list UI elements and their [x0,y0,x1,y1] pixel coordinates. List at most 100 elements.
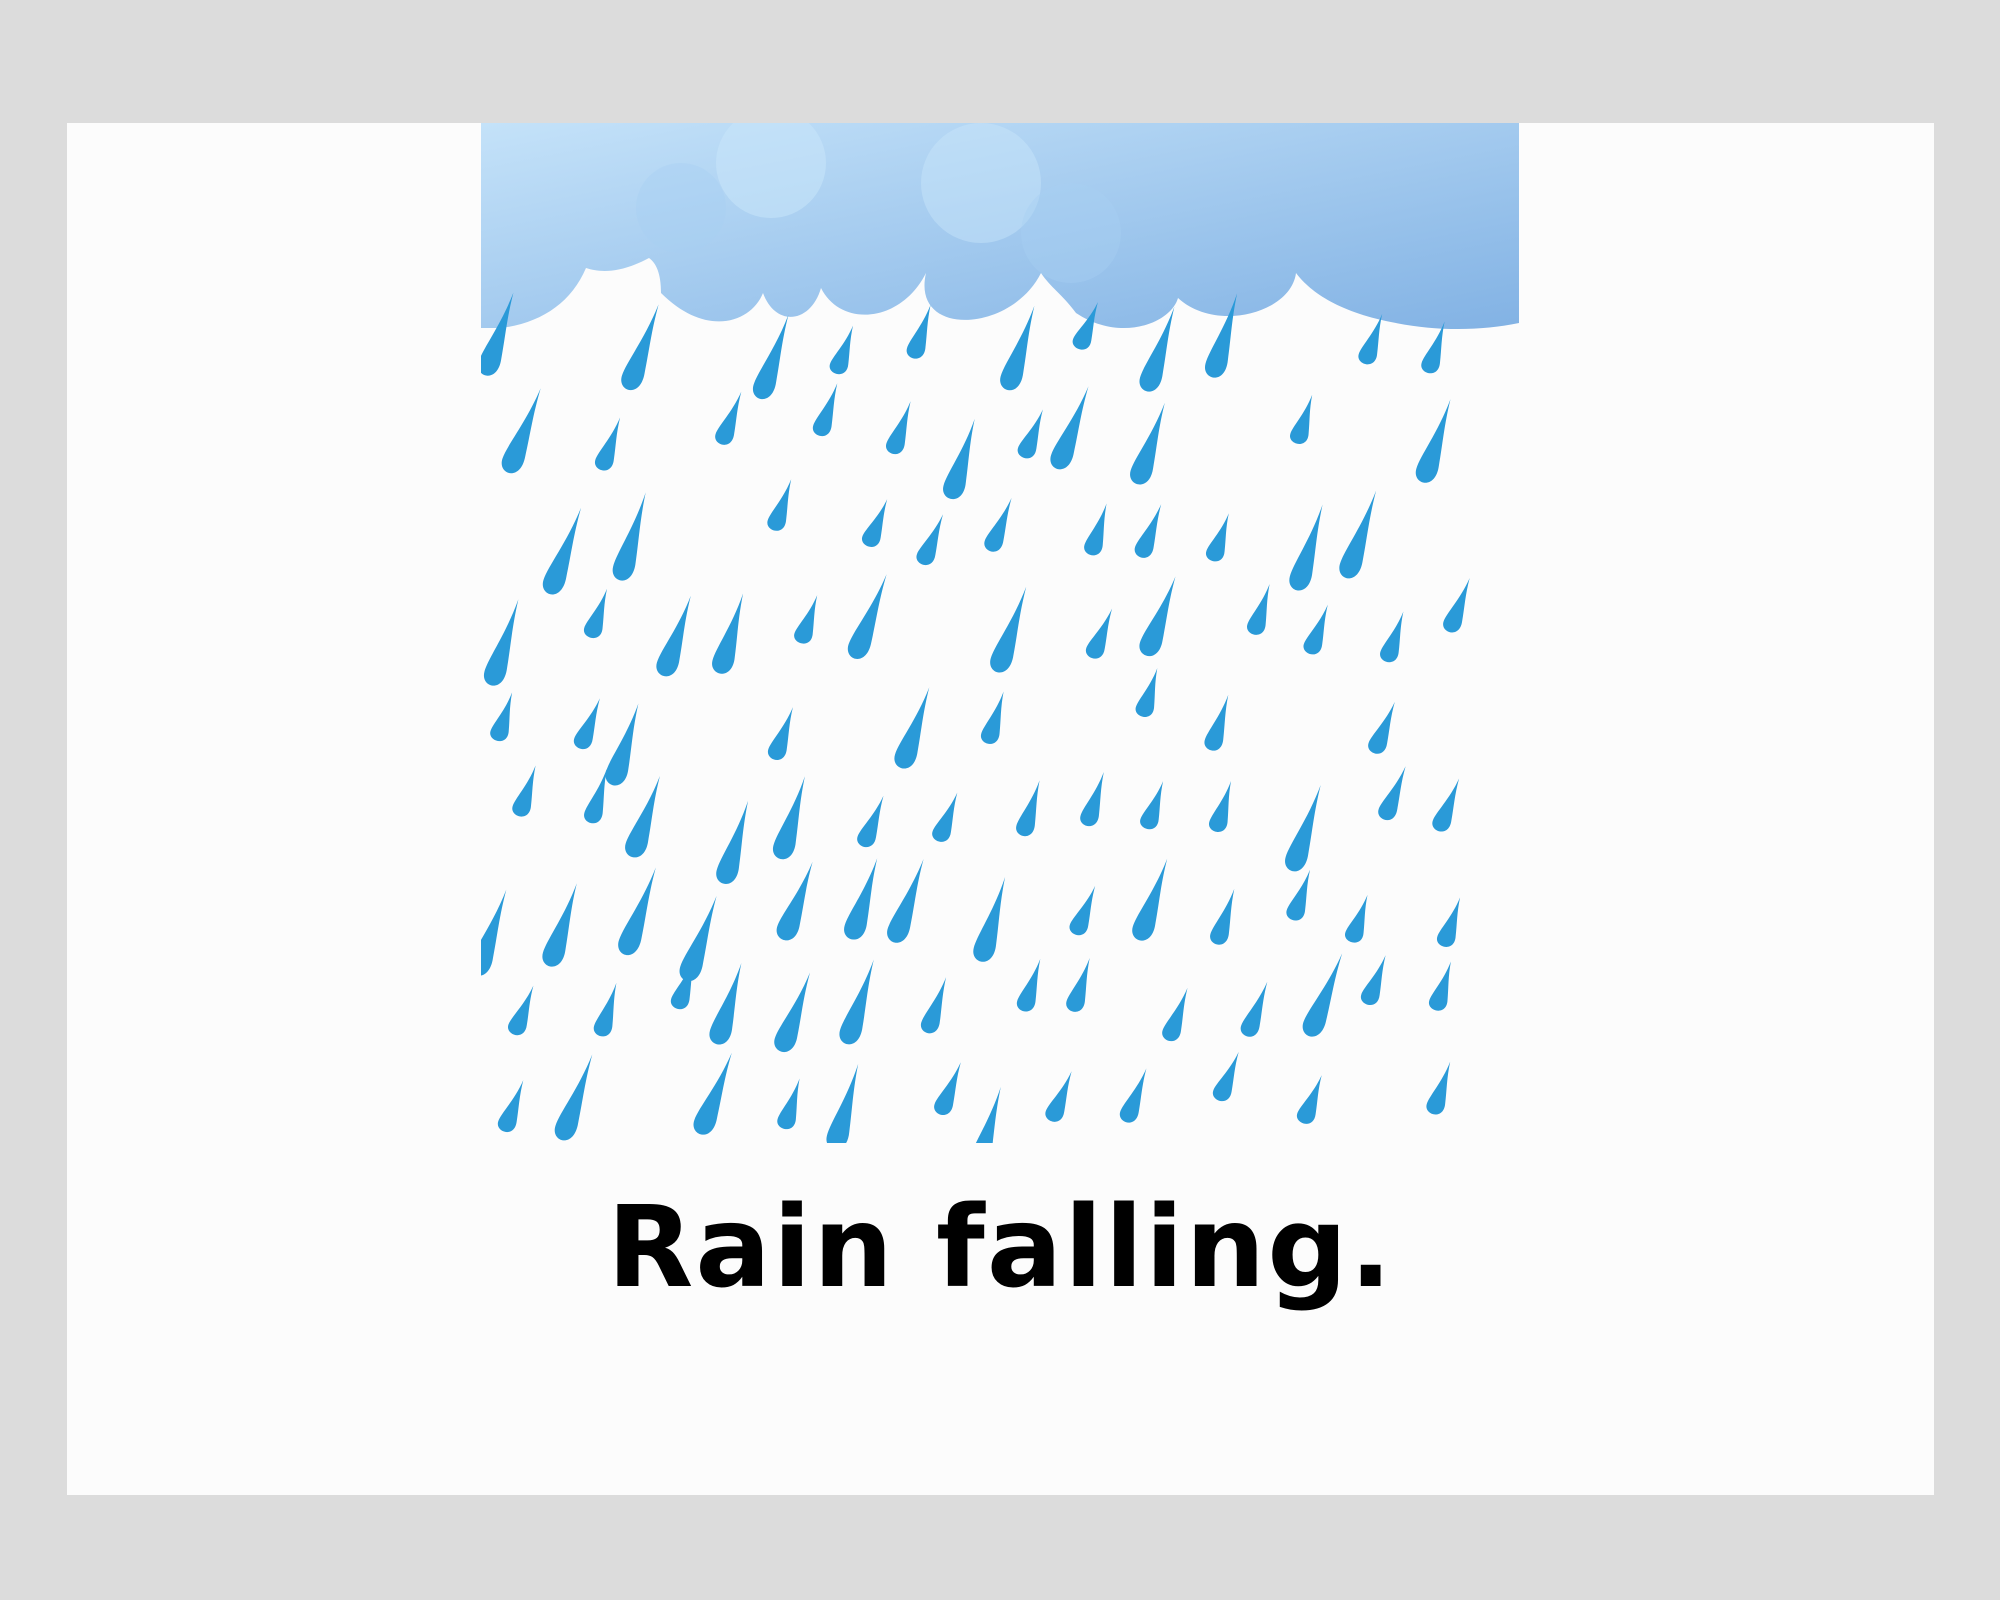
raindrop-icon [618,867,656,956]
raindrop-icon [1432,778,1460,832]
raindrop-icon [767,479,792,531]
raindrop-icon [584,588,607,638]
raindrop-icon [1080,772,1104,827]
raindrop-icon [777,1078,800,1130]
raindrop-icon [1240,981,1268,1037]
raindrop-icon [693,1052,732,1135]
raindrop-icon [595,417,621,471]
raindrop-icon [887,858,924,943]
raindrop-icon [839,959,874,1045]
raindrop-icon [973,877,1006,962]
raindrop-icon [894,687,930,769]
raindrop-icon [1084,503,1107,556]
raindrop-icon [1135,668,1158,717]
rain-illustration [481,123,1519,1143]
raindrop-icon [1050,386,1089,470]
raindrop-icon [1204,694,1229,751]
raindrop-icon [981,691,1004,744]
raindrop-icon [857,795,884,847]
raindrop-icon [501,388,541,474]
raindrop-icon [774,972,810,1053]
raindrop-icon [1139,576,1176,657]
raindrop-icon [605,703,639,786]
raindrop-icon [916,514,943,565]
raindrop-icon [1415,399,1451,483]
raindrop-icon [1247,584,1270,635]
raindrop-icon [1361,955,1386,1005]
raindrop-icon [1290,394,1313,444]
raindrop-icon [886,401,911,454]
raindrop-icon [768,707,793,760]
raindrop-icon [542,883,577,967]
caption-text: Rain falling. [607,1183,1394,1313]
raindrop-icon [773,776,805,860]
raindrop-icon [1286,869,1310,921]
raindrop-icon [826,1063,859,1143]
raindrop-icon [1206,513,1229,562]
raindrop-icon [1000,305,1035,391]
raindrops [481,292,1470,1143]
raindrop-icon [709,963,742,1045]
raindrop-icon [1212,1051,1239,1101]
raindrop-icon [968,1086,1001,1143]
raindrop-icon [621,304,659,391]
raindrop-icon [1210,888,1235,945]
raindrop-icon [554,1054,593,1141]
raindrop-icon [1132,858,1168,941]
raindrop-icon [1017,958,1041,1012]
raindrop-icon [1303,604,1328,655]
raindrop-icon [1045,1071,1072,1122]
raindrop-icon [1140,781,1164,830]
raindrop-icon [921,977,947,1034]
raindrop-icon [752,314,789,400]
raindrop-icon [1339,490,1377,579]
raindrop-icon [715,391,742,445]
raindrop-icon [1368,701,1395,754]
raindrop-icon [497,1080,524,1132]
raindrop-icon [1443,578,1470,633]
raindrop-icon [1130,402,1165,485]
raindrop-icon [1378,766,1406,820]
raindrop-icon [656,595,691,677]
raindrop-icon [1066,958,1090,1012]
raindrop-icon [1162,987,1188,1042]
raindrop-icon [776,861,813,941]
raindrop-icon [1134,504,1162,558]
raindrop-icon [1017,409,1043,459]
raindrop-icon [1297,1075,1322,1124]
raindrop-icon [847,574,887,659]
raindrop-icon [483,599,519,686]
raindrop-icon [716,800,749,884]
raindrop-icon [1119,1068,1147,1123]
slide-page: Rain falling. [67,123,1934,1495]
raindrop-icon [490,692,513,742]
raindrop-icon [984,497,1012,552]
raindrop-icon [1345,894,1368,943]
raindrop-icon [812,383,838,437]
raindrop-icon [990,586,1027,673]
raindrop-icon [508,985,534,1036]
raindrop-icon [794,595,818,644]
raindrop-icon [1209,781,1231,832]
raindrop-icon [829,325,853,375]
raindrop-icon [481,889,507,976]
raindrop-icon [593,982,617,1037]
raindrop-icon [1085,608,1113,659]
raindrop-icon [844,858,878,940]
raindrop-icon [1426,1061,1451,1115]
raindrop-icon [1285,785,1321,872]
raindrop-icon [932,792,958,842]
raindrop-icon [943,418,975,499]
raindrop-icon [934,1062,961,1115]
raindrop-icon [612,492,646,581]
raindrop-icon [1302,953,1343,1037]
raindrop-icon [679,895,717,982]
raindrop-icon [625,776,660,858]
raindrop-icon [712,593,744,674]
raindrop-icon [1016,780,1040,837]
raindrop-icon [1289,504,1323,591]
raindrop-icon [542,507,582,595]
raindrop-icon [573,698,600,749]
raindrop-icon [1069,885,1096,936]
cloud-icon [481,123,1519,329]
